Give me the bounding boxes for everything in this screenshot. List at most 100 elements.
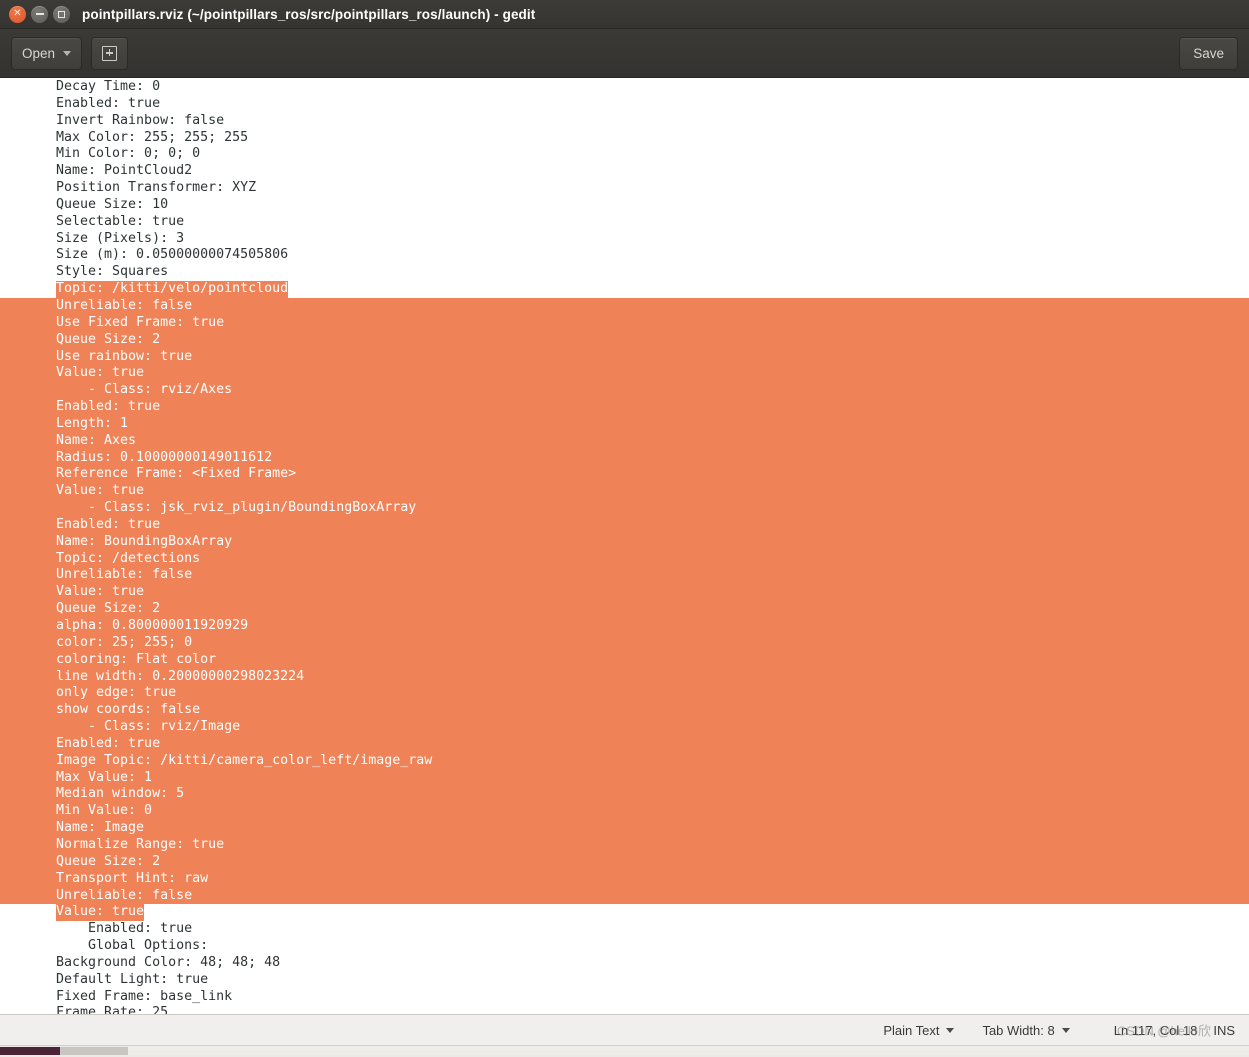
code-line[interactable]: Default Light: true: [0, 972, 1249, 989]
code-line[interactable]: Value: true: [0, 904, 1249, 922]
text-editor-area[interactable]: Decay Time: 0 Enabled: true Invert Rainbow…: [0, 78, 1249, 1014]
code-line[interactable]: Median window: 5: [0, 786, 1249, 804]
code-line-text: Value: true: [56, 483, 145, 499]
save-button[interactable]: Save: [1179, 36, 1238, 70]
code-line[interactable]: Normalize Range: true: [0, 836, 1249, 854]
window-title: pointpillars.rviz (~/pointpillars_ros/sr…: [82, 6, 536, 22]
code-line[interactable]: alpha: 0.800000011920929: [0, 618, 1249, 635]
code-line-text: Queue Size: 2: [56, 601, 161, 617]
code-line-text: line width: 0.20000000298023224: [56, 668, 305, 684]
status-bar: Plain Text Tab Width: 8 Ln 117, Col 18 I…: [0, 1014, 1249, 1045]
code-line-text: show coords: false: [56, 702, 201, 718]
code-line[interactable]: Name: Axes: [0, 432, 1249, 450]
code-line[interactable]: Frame Rate: 25: [0, 1005, 1249, 1014]
document-text[interactable]: Decay Time: 0 Enabled: true Invert Rainbow…: [0, 78, 1249, 1014]
code-line-text: Min Color: 0; 0; 0: [56, 146, 201, 162]
code-line-text: Queue Size: 2: [56, 331, 161, 347]
code-line[interactable]: Enabled: true: [0, 96, 1249, 113]
code-line[interactable]: Queue Size: 2: [0, 601, 1249, 618]
code-line[interactable]: Name: PointCloud2: [0, 163, 1249, 180]
code-line-text: - Class: rviz/Image: [56, 719, 241, 735]
code-line[interactable]: - Class: jsk_rviz_plugin/BoundingBoxArra…: [0, 500, 1249, 517]
code-line[interactable]: Size (m): 0.05000000074505806: [0, 247, 1249, 264]
code-line-text: Global Options:: [56, 938, 209, 954]
horizontal-scrollbar-track-end[interactable]: [128, 1047, 1249, 1055]
code-line-text: Decay Time: 0: [56, 79, 161, 94]
code-line[interactable]: Queue Size: 10: [0, 197, 1249, 214]
cursor-position: Ln 117, Col 18: [1084, 1015, 1208, 1045]
code-line[interactable]: Reference Frame: <Fixed Frame>: [0, 466, 1249, 484]
code-line[interactable]: Min Value: 0: [0, 803, 1249, 821]
close-icon: ✕: [13, 8, 22, 19]
code-line[interactable]: Size (Pixels): 3: [0, 231, 1249, 248]
code-line[interactable]: Max Color: 255; 255; 255: [0, 130, 1249, 147]
code-line[interactable]: Topic: /detections: [0, 550, 1249, 568]
maximize-window-button[interactable]: [53, 5, 70, 23]
horizontal-scrollbar[interactable]: [0, 1045, 1249, 1057]
code-line[interactable]: Enabled: true: [0, 399, 1249, 416]
code-line-text: Use Fixed Frame: true: [56, 314, 225, 330]
code-line[interactable]: Queue Size: 2: [0, 853, 1249, 871]
code-line[interactable]: - Class: rviz/Axes: [0, 382, 1249, 400]
code-line-text: - Class: jsk_rviz_plugin/BoundingBoxArra…: [56, 500, 417, 516]
language-selector[interactable]: Plain Text: [869, 1015, 968, 1045]
code-line-text: alpha: 0.800000011920929: [56, 618, 249, 633]
code-line[interactable]: color: 25; 255; 0: [0, 634, 1249, 652]
code-line-text: Value: true: [56, 365, 145, 381]
code-line-text: Background Color: 48; 48; 48: [56, 954, 281, 970]
code-line[interactable]: Fixed Frame: base_link: [0, 989, 1249, 1006]
code-line[interactable]: Background Color: 48; 48; 48: [0, 955, 1249, 972]
code-line[interactable]: Selectable: true: [0, 214, 1249, 231]
code-line[interactable]: Use Fixed Frame: true: [0, 314, 1249, 332]
code-line[interactable]: Name: Image: [0, 820, 1249, 837]
code-line[interactable]: only edge: true: [0, 685, 1249, 703]
code-line[interactable]: Enabled: true: [0, 735, 1249, 753]
horizontal-scrollbar-thumb[interactable]: [0, 1047, 60, 1055]
code-line-text: Topic: /kitti/velo/pointcloud: [56, 281, 289, 298]
new-document-button[interactable]: [91, 36, 129, 70]
tab-width-selector[interactable]: Tab Width: 8: [968, 1015, 1083, 1045]
code-line-text: Size (Pixels): 3: [56, 230, 185, 246]
code-line-text: Queue Size: 10: [56, 196, 169, 212]
code-line[interactable]: Topic: /kitti/velo/pointcloud: [0, 281, 1249, 298]
code-line[interactable]: Unreliable: false: [0, 567, 1249, 585]
open-button[interactable]: Open: [11, 36, 83, 70]
code-line[interactable]: Enabled: true: [0, 516, 1249, 534]
code-line[interactable]: Radius: 0.10000000149011612: [0, 449, 1249, 467]
code-line-text: Unreliable: false: [56, 297, 193, 313]
code-line[interactable]: Value: true: [0, 584, 1249, 602]
close-window-button[interactable]: ✕: [9, 5, 26, 23]
code-line[interactable]: Length: 1: [0, 415, 1249, 433]
insert-mode-indicator[interactable]: INS: [1207, 1015, 1243, 1045]
code-line-text: Use rainbow: true: [56, 348, 193, 364]
code-line-text: Fixed Frame: base_link: [56, 988, 233, 1004]
code-line[interactable]: - Class: rviz/Image: [0, 719, 1249, 736]
code-line[interactable]: Enabled: true: [0, 921, 1249, 938]
new-document-icon: [102, 45, 118, 61]
code-line[interactable]: Use rainbow: true: [0, 348, 1249, 366]
minimize-icon: [35, 13, 44, 15]
code-line-text: Value: true: [56, 904, 145, 922]
code-line[interactable]: Value: true: [0, 483, 1249, 501]
code-line[interactable]: Unreliable: false: [0, 297, 1249, 315]
minimize-window-button[interactable]: [31, 5, 48, 23]
code-line[interactable]: Decay Time: 0: [0, 79, 1249, 96]
code-line[interactable]: Min Color: 0; 0; 0: [0, 146, 1249, 163]
code-line[interactable]: Position Transformer: XYZ: [0, 180, 1249, 197]
code-line[interactable]: Unreliable: false: [0, 887, 1249, 905]
code-line[interactable]: Value: true: [0, 365, 1249, 383]
code-line[interactable]: Name: BoundingBoxArray: [0, 533, 1249, 551]
code-line[interactable]: Max Value: 1: [0, 769, 1249, 787]
code-line-text: Unreliable: false: [56, 567, 193, 583]
code-line[interactable]: Style: Squares: [0, 264, 1249, 281]
code-line[interactable]: Queue Size: 2: [0, 331, 1249, 349]
code-line[interactable]: coloring: Flat color: [0, 651, 1249, 669]
code-line-text: Position Transformer: XYZ: [56, 180, 257, 196]
code-line[interactable]: Global Options:: [0, 938, 1249, 955]
code-line[interactable]: show coords: false: [0, 702, 1249, 720]
code-line[interactable]: Image Topic: /kitti/camera_color_left/im…: [0, 752, 1249, 770]
code-line[interactable]: Transport Hint: raw: [0, 870, 1249, 888]
code-line-text: Reference Frame: <Fixed Frame>: [56, 466, 297, 482]
code-line[interactable]: line width: 0.20000000298023224: [0, 668, 1249, 686]
code-line[interactable]: Invert Rainbow: false: [0, 113, 1249, 130]
